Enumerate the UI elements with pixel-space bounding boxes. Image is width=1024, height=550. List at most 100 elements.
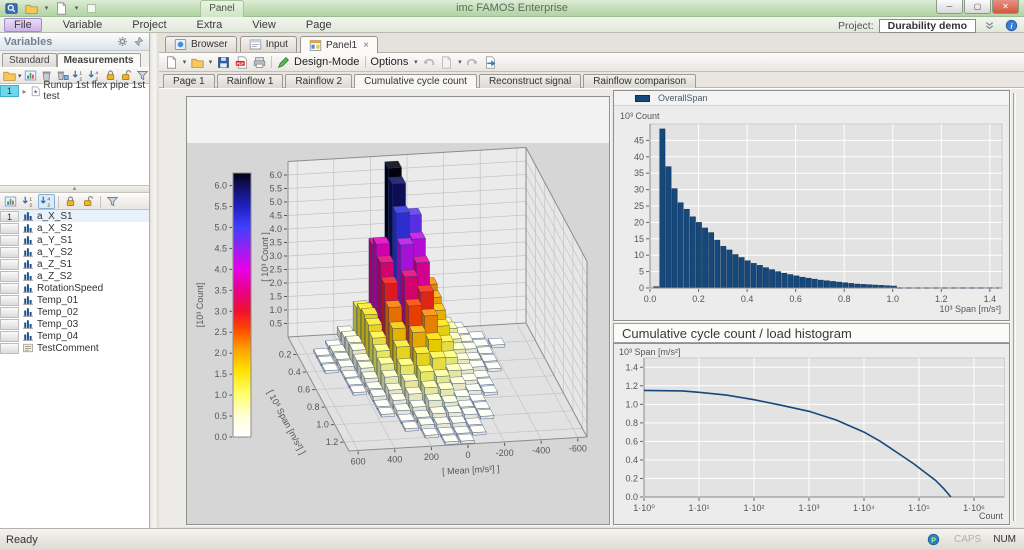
svg-text:0.6: 0.6 bbox=[625, 436, 638, 446]
minimize-button[interactable]: ─ bbox=[936, 0, 963, 14]
variable-name: Temp_01 bbox=[37, 295, 78, 306]
maximize-button[interactable]: ▢ bbox=[964, 0, 991, 14]
info-icon[interactable]: i bbox=[1003, 18, 1020, 33]
menu-item[interactable]: Page bbox=[297, 19, 341, 31]
window-title: imc FAMOS Enterprise bbox=[0, 2, 1024, 14]
paste-page-icon[interactable] bbox=[438, 55, 455, 70]
gear-icon[interactable] bbox=[116, 34, 129, 49]
variable-row[interactable]: a_Z_S1 bbox=[0, 258, 149, 270]
variable-row[interactable]: Temp_04 bbox=[0, 330, 149, 342]
variables-tab[interactable]: Measurements bbox=[57, 53, 141, 67]
variable-row[interactable]: 1 a_X_S1 bbox=[0, 210, 149, 222]
page-tab[interactable]: Rainflow comparison bbox=[583, 74, 696, 88]
variable-name: Temp_04 bbox=[37, 331, 78, 342]
variable-row[interactable]: TestComment bbox=[0, 342, 149, 354]
variable-row[interactable]: RotationSpeed bbox=[0, 282, 149, 294]
svg-text:1.4: 1.4 bbox=[984, 294, 997, 304]
print-icon[interactable] bbox=[251, 55, 268, 70]
menu-item[interactable]: File bbox=[4, 18, 42, 32]
svg-text:1.0: 1.0 bbox=[269, 305, 282, 315]
variable-name: a_X_S1 bbox=[37, 211, 73, 222]
variable-row[interactable]: a_Z_S2 bbox=[0, 270, 149, 282]
variable-name: a_Y_S1 bbox=[37, 235, 73, 246]
svg-text:1·10⁵: 1·10⁵ bbox=[908, 503, 930, 513]
tab-input[interactable]: Input bbox=[240, 36, 297, 52]
menu-item[interactable]: Project bbox=[123, 19, 175, 31]
sort-ascending-icon[interactable]: 12 bbox=[20, 194, 37, 209]
svg-text:1.5: 1.5 bbox=[214, 369, 227, 379]
pdf-export-icon[interactable]: PDF bbox=[233, 55, 250, 70]
close-icon[interactable]: × bbox=[363, 40, 369, 51]
svg-text:0.5: 0.5 bbox=[214, 411, 227, 421]
page-tab[interactable]: Cumulative cycle count bbox=[354, 74, 477, 89]
close-button[interactable]: ✕ bbox=[992, 0, 1019, 14]
design-mode-icon[interactable] bbox=[275, 55, 292, 70]
pin-icon[interactable] bbox=[132, 34, 145, 49]
ribbon-context-tab[interactable]: Panel bbox=[200, 0, 244, 17]
signal-icon bbox=[22, 294, 34, 306]
options-button[interactable]: Options bbox=[370, 56, 408, 68]
svg-text:5.5: 5.5 bbox=[214, 202, 227, 212]
variable-row[interactable]: a_Y_S2 bbox=[0, 246, 149, 258]
tab-browser[interactable]: Browser bbox=[165, 36, 237, 52]
sort-descending-icon[interactable]: 42 bbox=[38, 194, 55, 209]
chevron-down-icon[interactable]: ▾ bbox=[18, 72, 22, 80]
variables-toolbar: 12 42 bbox=[0, 193, 149, 210]
chevron-down-icon[interactable]: ▾ bbox=[456, 58, 463, 66]
variable-name: TestComment bbox=[37, 343, 99, 354]
open-folder-icon[interactable] bbox=[189, 55, 206, 70]
svg-text:1·10⁰: 1·10⁰ bbox=[633, 503, 655, 513]
unlock-icon[interactable] bbox=[80, 194, 97, 209]
chart-icon[interactable] bbox=[23, 68, 38, 83]
panel-toolbar: ▾ ▾ PDF Design-Mode Options ▾ ▾ bbox=[159, 52, 1024, 72]
variable-row[interactable]: a_X_S2 bbox=[0, 222, 149, 234]
svg-text:3.5: 3.5 bbox=[269, 238, 282, 248]
variable-row[interactable]: Temp_01 bbox=[0, 294, 149, 306]
project-selector[interactable]: Durability demo bbox=[879, 19, 976, 33]
panel-splitter-grip[interactable]: ▴ bbox=[0, 186, 149, 193]
sidebar-splitter[interactable] bbox=[151, 33, 159, 528]
menu-item[interactable]: View bbox=[243, 19, 285, 31]
page-tab[interactable]: Reconstruct signal bbox=[479, 74, 581, 88]
variable-index bbox=[0, 223, 19, 234]
save-icon[interactable] bbox=[215, 55, 232, 70]
variable-row[interactable]: Temp_02 bbox=[0, 306, 149, 318]
chevron-down-icon[interactable]: ▾ bbox=[181, 58, 188, 66]
svg-text:30: 30 bbox=[634, 185, 644, 195]
redo-icon[interactable] bbox=[464, 55, 481, 70]
measurement-icon: ★ bbox=[30, 85, 41, 98]
open-folder-icon[interactable] bbox=[2, 68, 17, 83]
page-tab[interactable]: Rainflow 2 bbox=[285, 74, 352, 88]
page-tab[interactable]: Rainflow 1 bbox=[217, 74, 284, 88]
svg-text:0: 0 bbox=[639, 283, 644, 293]
variable-row[interactable]: a_Y_S1 bbox=[0, 234, 149, 246]
new-file-icon[interactable] bbox=[163, 55, 180, 70]
undo-icon[interactable] bbox=[420, 55, 437, 70]
menu-item[interactable]: Variable bbox=[54, 19, 112, 31]
svg-text:2.0: 2.0 bbox=[214, 348, 227, 358]
svg-text:0.4: 0.4 bbox=[625, 455, 638, 465]
page-tabs: Page 1Rainflow 1Rainflow 2Cumulative cyc… bbox=[159, 72, 1024, 88]
svg-text:[ Mean [m/s²] ]: [ Mean [m/s²] ] bbox=[442, 464, 500, 477]
chevron-down-icon[interactable]: ▾ bbox=[412, 58, 419, 66]
chevron-double-down-icon[interactable] bbox=[981, 18, 998, 33]
measurement-row[interactable]: 1 ▸ ★ Runup 1st flex pipe 1st test bbox=[0, 84, 149, 98]
filter-icon[interactable] bbox=[104, 194, 121, 209]
page-tab[interactable]: Page 1 bbox=[163, 74, 215, 88]
variables-tab[interactable]: Standard bbox=[2, 53, 57, 67]
svg-text:0.6: 0.6 bbox=[789, 294, 802, 304]
menu-item[interactable]: Extra bbox=[188, 19, 232, 31]
expand-arrow-icon[interactable]: ▸ bbox=[21, 87, 28, 96]
chevron-down-icon[interactable]: ▾ bbox=[207, 58, 214, 66]
variable-index bbox=[0, 259, 19, 270]
lock-icon[interactable] bbox=[62, 194, 79, 209]
design-mode-button[interactable]: Design-Mode bbox=[294, 56, 359, 68]
variable-index bbox=[0, 235, 19, 246]
export-icon[interactable] bbox=[482, 55, 499, 70]
variable-row[interactable]: Temp_03 bbox=[0, 318, 149, 330]
variable-index bbox=[0, 295, 19, 306]
svg-text:2.5: 2.5 bbox=[214, 327, 227, 337]
tab-panel1[interactable]: Panel1 × bbox=[300, 36, 378, 53]
chart-icon[interactable] bbox=[2, 194, 19, 209]
svg-text:2: 2 bbox=[47, 202, 50, 208]
